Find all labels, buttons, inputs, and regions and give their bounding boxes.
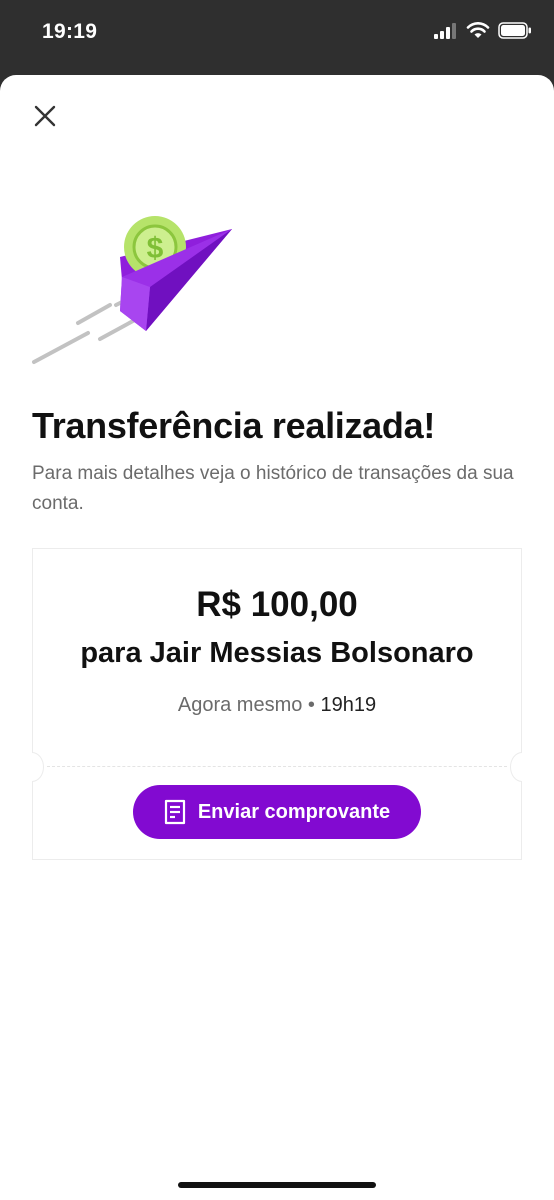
page-title: Transferência realizada! xyxy=(32,405,436,446)
receipt-notch-right xyxy=(510,752,522,782)
transfer-time: 19h19 xyxy=(320,694,377,716)
meta-separator: • xyxy=(307,694,315,716)
paper-plane-coin-icon: $ xyxy=(32,216,232,364)
transfer-when: Agora mesmo xyxy=(177,694,303,716)
status-icons xyxy=(434,22,532,39)
send-receipt-label: Enviar comprovante xyxy=(197,800,391,823)
receipt-divider xyxy=(47,766,507,767)
close-icon xyxy=(34,105,56,127)
transfer-timestamp: Agora mesmo • 19h19 xyxy=(33,694,521,717)
receipt-icon xyxy=(164,799,185,825)
battery-icon xyxy=(498,22,531,39)
send-receipt-button[interactable]: Enviar comprovante xyxy=(133,785,421,839)
home-indicator xyxy=(178,1182,376,1188)
transfer-amount: R$ 100,00 xyxy=(196,585,358,624)
receipt-notch-left xyxy=(32,752,44,782)
signal-icon xyxy=(434,22,456,39)
status-time: 19:19 xyxy=(42,20,98,43)
status-bar: 19:19 xyxy=(0,0,554,72)
page-subtitle: Para mais detalhes veja o histórico de t… xyxy=(32,463,514,514)
close-button[interactable] xyxy=(26,97,64,135)
transfer-recipient: para Jair Messias Bolsonaro xyxy=(80,637,474,669)
wifi-icon xyxy=(466,22,490,38)
success-sheet: $ Transferência realizada! Para mais det… xyxy=(0,75,554,1200)
receipt-card: R$ 100,00 para Jair Messias Bolsonaro Ag… xyxy=(32,548,522,860)
